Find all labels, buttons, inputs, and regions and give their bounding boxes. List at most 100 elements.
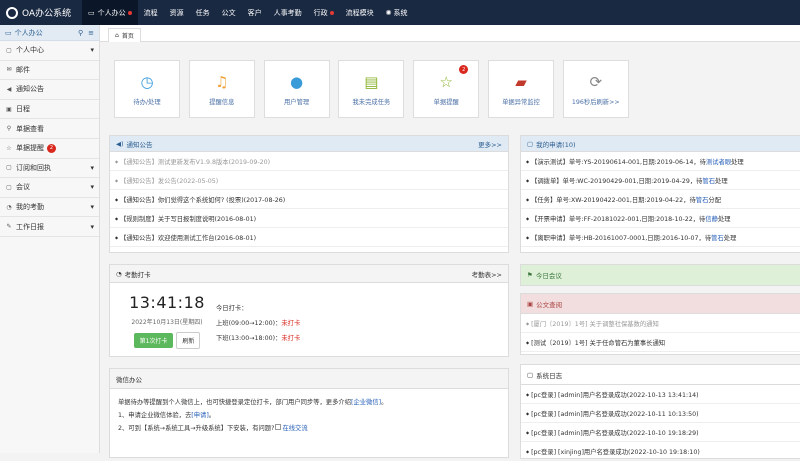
top-nav-4[interactable]: 公文	[216, 0, 242, 25]
top-nav-label: 公文	[221, 8, 236, 17]
wechat-work-link[interactable]: [企业微信]	[351, 399, 381, 406]
user-icon: ●	[290, 72, 304, 91]
sidebar-item-3[interactable]: ▣ 日程	[0, 100, 99, 120]
apply-item-text: 【离职申请】单号:HB-20161007-0001,日期:2016-10-07，…	[531, 234, 712, 242]
docs-header: ▣ 公文查阅	[521, 294, 800, 314]
syslog-item[interactable]: ◆ [pc登录] [xinjing]用户名登录成功(2022-10-10 19:1…	[521, 442, 800, 461]
sidebar-item-8[interactable]: ◔ 我的考勤 ▾	[0, 198, 99, 218]
apply-item[interactable]: ◆ 【离职申请】单号:HB-20161007-0001,日期:2016-10-07…	[521, 228, 800, 247]
doc-item[interactable]: ◆ [测试〔2019〕1号] 关于任命管石为董事长通知	[521, 333, 800, 352]
apply-item-assignee[interactable]: 管石	[702, 176, 715, 185]
notice-item-text: 【通知公告】测试更新发布V1.9.8版本(2019-09-20)	[120, 158, 271, 166]
megaphone-icon: ◀)	[116, 139, 124, 148]
tile-badge: 2	[459, 65, 469, 74]
menu-icon[interactable]: ≡	[88, 29, 94, 37]
syslog-item[interactable]: ◆ [pc登录] [admin]用户名登录成功(2022-10-11 10:13:…	[521, 404, 800, 423]
doc-item-text: [厦门〔2019〕1号] 关于调整社保基数的通知	[531, 320, 659, 328]
notice-more-link[interactable]: 更多>>	[478, 139, 502, 149]
apply-item-text: 【任务】单号:XW-20190422-001,日期:2019-04-22，待	[531, 196, 696, 204]
sidebar-item-left: ◀ 通知公告	[5, 84, 44, 94]
top-nav-label: 行政	[313, 8, 328, 17]
notice-item[interactable]: ◆ 【通知公告】欢迎使用测试工作台(2016-08-01)	[110, 228, 508, 247]
my-apply-title: 我的申请(10)	[536, 140, 576, 149]
tab-home[interactable]: ⌂ 首页	[108, 28, 141, 42]
apply-item[interactable]: ◆ 【任务】单号:XW-20190422-001,日期:2019-04-22，待管…	[521, 190, 800, 209]
shortcut-tile-0[interactable]: ◷ 待办/处理	[114, 60, 180, 118]
my-apply-panel: ▢ 我的申请(10) ◆ 【演示测试】单号:YS-20190614-001,日期:2…	[520, 135, 800, 253]
sidebar-item-icon: ✉	[6, 66, 12, 74]
sidebar-item-7[interactable]: ▢ 会议 ▾	[0, 178, 99, 198]
top-nav-3[interactable]: 任务	[190, 0, 216, 25]
sidebar-item-2[interactable]: ◀ 通知公告	[0, 80, 99, 100]
bell-icon: ♫	[215, 72, 229, 91]
app-logo[interactable]: OA办公系统	[0, 0, 82, 25]
apply-item[interactable]: ◆ 【演示测试】单号:YS-20190614-001,日期:2019-06-14，…	[521, 152, 800, 171]
shortcut-tile-label: 提醒信息	[209, 98, 235, 106]
punch-button[interactable]: 第1次打卡	[133, 333, 174, 348]
top-nav-label: 人事考勤	[273, 8, 302, 17]
apply-item-action: 处理	[715, 177, 728, 185]
sidebar-item-6[interactable]: ▢ 订阅和回执 ▾	[0, 159, 99, 179]
my-apply-list: ◆ 【演示测试】单号:YS-20190614-001,日期:2019-06-14，…	[521, 152, 800, 247]
sidebar-item-left: ◔ 我的考勤	[5, 202, 44, 212]
top-nav-label: 流程模块	[345, 8, 374, 17]
syslog-list: ◆ [pc登录] [admin]用户名登录成功(2022-10-13 13:41:…	[521, 385, 800, 461]
shortcut-tile-1[interactable]: ♫ 提醒信息	[188, 60, 255, 118]
sidebar-item-9[interactable]: ✎ 工作日报 ▾	[0, 217, 99, 237]
notice-item-text: 【通知公告】发公告(2022-05-05)	[120, 177, 219, 185]
shortcut-tile-2[interactable]: ● 用户管理	[263, 60, 330, 118]
notice-panel: ◀) 通知公告 更多>> ◆ 【通知公告】测试更新发布V1.9.8版本(2019-0…	[109, 135, 509, 253]
sidebar-header[interactable]: ▭ 个人办公 ⚲ ≡	[0, 25, 99, 41]
wechat-panel: 微信办公 单据待办等提醒到个人微信上，也可快捷登录定位打卡，部门用户同步等，更多…	[109, 368, 509, 458]
apply-item-assignee[interactable]: 管石	[696, 195, 709, 204]
wechat-apply-link[interactable]: [申请]	[191, 412, 209, 419]
top-nav-label: 客户	[247, 8, 262, 17]
attendance-sheet-link[interactable]: 考勤表>>	[472, 269, 502, 279]
sidebar-item-left: ⚲ 单据查看	[5, 124, 44, 134]
notice-item[interactable]: ◆ 【通知公告】发公告(2022-05-05)	[110, 171, 508, 190]
notice-panel-header: ◀) 通知公告 更多>>	[110, 136, 508, 152]
search-icon[interactable]: ⚲	[78, 29, 83, 37]
sidebar-item-icon: ☆	[6, 144, 12, 152]
diamond-icon: ◆	[115, 196, 119, 202]
top-nav-7[interactable]: 行政	[308, 0, 340, 25]
apply-item-assignee[interactable]: 测试者眼	[706, 157, 731, 166]
shortcut-tile-6[interactable]: ⟳ 196秒后刷新>>	[562, 60, 629, 118]
notice-item[interactable]: ◆ 【通知公告】测试更新发布V1.9.8版本(2019-09-20)	[110, 152, 508, 171]
top-nav-6[interactable]: 人事考勤	[268, 0, 308, 25]
docs-list: ◆ [厦门〔2019〕1号] 关于调整社保基数的通知 ◆ [测试〔2019〕1号] 关…	[521, 314, 800, 352]
shortcut-tile-4[interactable]: ☆ 单据提醒 2	[413, 60, 480, 118]
today-punch-label: 今日打卡：	[216, 305, 248, 312]
online-chat-link[interactable]: 在线交流	[282, 425, 307, 432]
image-icon	[275, 424, 282, 430]
refresh-button[interactable]: 刷新	[176, 332, 201, 349]
top-navbar: OA办公系统 ▭ 个人办公 流程 资源 任务 公文 客户 人事考勤 行政 流程模块 ✺ 系统	[0, 0, 800, 25]
doc-item[interactable]: ◆ [厦门〔2019〕1号] 关于调整社保基数的通知	[521, 314, 800, 333]
sidebar: ▭ 个人办公 ⚲ ≡ ▢ 个人中心 ▾ ✉ 邮件 ◀ 通知公告 ▣ 日程 ⚲ 单据查看 ☆ 单据提醒 2 ▢…	[0, 25, 100, 453]
shortcut-tile-5[interactable]: ▰ 单据异常监控	[487, 60, 554, 118]
apply-item[interactable]: ◆ 【调拨单】单号:WC-20190429-001,日期:2019-04-29，待…	[521, 171, 800, 190]
top-nav-label: 任务	[195, 8, 210, 17]
notification-dot	[127, 10, 132, 15]
sidebar-item-icon: ▢	[6, 164, 12, 172]
notification-dot	[329, 10, 334, 15]
sidebar-item-1[interactable]: ✉ 邮件	[0, 61, 99, 81]
notice-item[interactable]: ◆ 【通知公告】你们觉得这个系统如何? (投票)(2017-08-26)	[110, 190, 508, 209]
top-nav-0[interactable]: ▭ 个人办公	[82, 0, 138, 25]
syslog-item[interactable]: ◆ [pc登录] [admin]用户名登录成功(2022-10-10 19:18:…	[521, 423, 800, 442]
top-nav-9[interactable]: ✺ 系统	[380, 0, 414, 25]
notice-item[interactable]: ◆ 【规则制度】关于写日报制度说明(2016-08-01)	[110, 209, 508, 228]
sidebar-item-4[interactable]: ⚲ 单据查看	[0, 119, 99, 139]
apply-item[interactable]: ◆ 【开票申请】单号:FF-20181022-001,日期:2018-10-22，…	[521, 209, 800, 228]
top-nav-label: 流程	[143, 8, 158, 17]
apply-item-assignee[interactable]: 信静	[705, 214, 718, 223]
shortcut-tile-3[interactable]: ▤ 我未完成任务	[338, 60, 405, 118]
sidebar-item-0[interactable]: ▢ 个人中心 ▾	[0, 41, 99, 61]
top-nav-8[interactable]: 流程模块	[340, 0, 380, 25]
top-nav-1[interactable]: 流程	[138, 0, 164, 25]
top-nav-2[interactable]: 资源	[164, 0, 190, 25]
syslog-item[interactable]: ◆ [pc登录] [admin]用户名登录成功(2022-10-13 13:41:…	[521, 385, 800, 404]
sidebar-item-5[interactable]: ☆ 单据提醒 2	[0, 139, 99, 159]
apply-item-assignee[interactable]: 管石	[711, 233, 724, 242]
top-nav-5[interactable]: 客户	[242, 0, 268, 25]
